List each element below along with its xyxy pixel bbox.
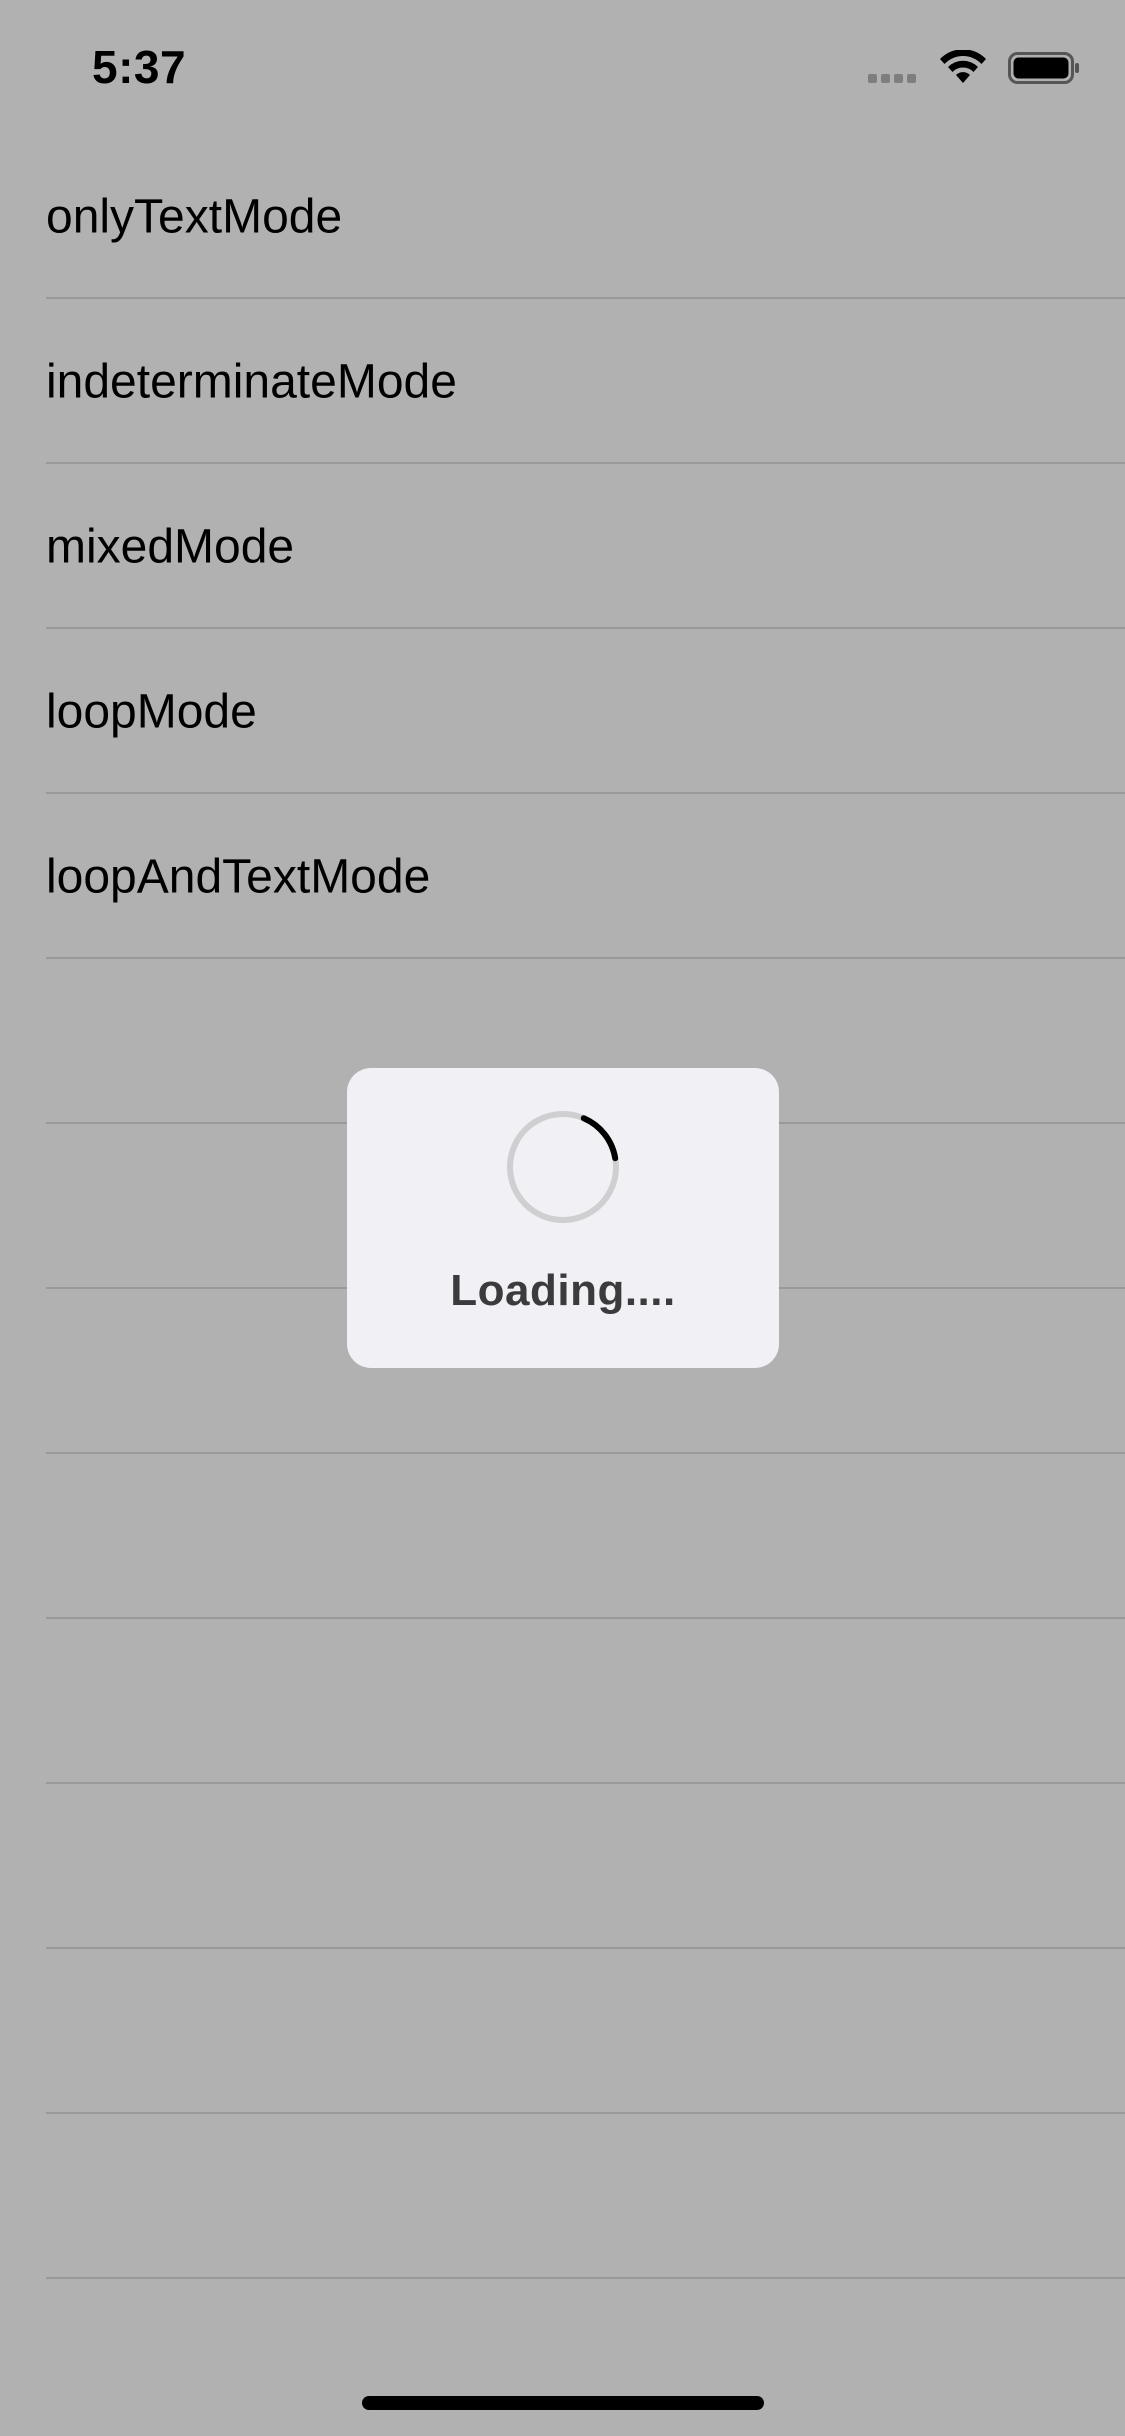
list-item-empty	[0, 1619, 1125, 1784]
screen: 5:37 onlyTextMode indeterminateMode mixe…	[0, 0, 1125, 2436]
list-item-label: indeterminateMode	[46, 355, 457, 408]
loading-text: Loading....	[450, 1266, 676, 1315]
list-item-label: loopMode	[46, 685, 257, 738]
list-item-empty	[0, 1784, 1125, 1949]
list-item-label: loopAndTextMode	[46, 850, 431, 903]
home-indicator[interactable]	[362, 2396, 764, 2410]
activity-spinner-icon	[507, 1111, 619, 1223]
loading-hud: Loading....	[347, 1068, 779, 1368]
status-icons	[868, 48, 1080, 88]
row-separator	[46, 2277, 1125, 2279]
wifi-icon	[940, 50, 986, 83]
list-item-loopmode[interactable]: loopMode	[0, 629, 1125, 794]
status-time: 5:37	[92, 41, 187, 93]
list-item-empty	[0, 1454, 1125, 1619]
list-item-empty	[0, 1949, 1125, 2114]
list-item-loopandtextmode[interactable]: loopAndTextMode	[0, 794, 1125, 959]
status-bar: 5:37	[0, 0, 1125, 140]
signal-icon	[868, 53, 920, 83]
list-item-onlytextmode[interactable]: onlyTextMode	[0, 134, 1125, 299]
list-item-mixedmode[interactable]: mixedMode	[0, 464, 1125, 629]
list-item-label: mixedMode	[46, 520, 295, 573]
list-item-label: onlyTextMode	[46, 190, 343, 243]
battery-icon	[1008, 52, 1079, 84]
list-item-indeterminatemode[interactable]: indeterminateMode	[0, 299, 1125, 464]
list-item-empty	[0, 2114, 1125, 2279]
